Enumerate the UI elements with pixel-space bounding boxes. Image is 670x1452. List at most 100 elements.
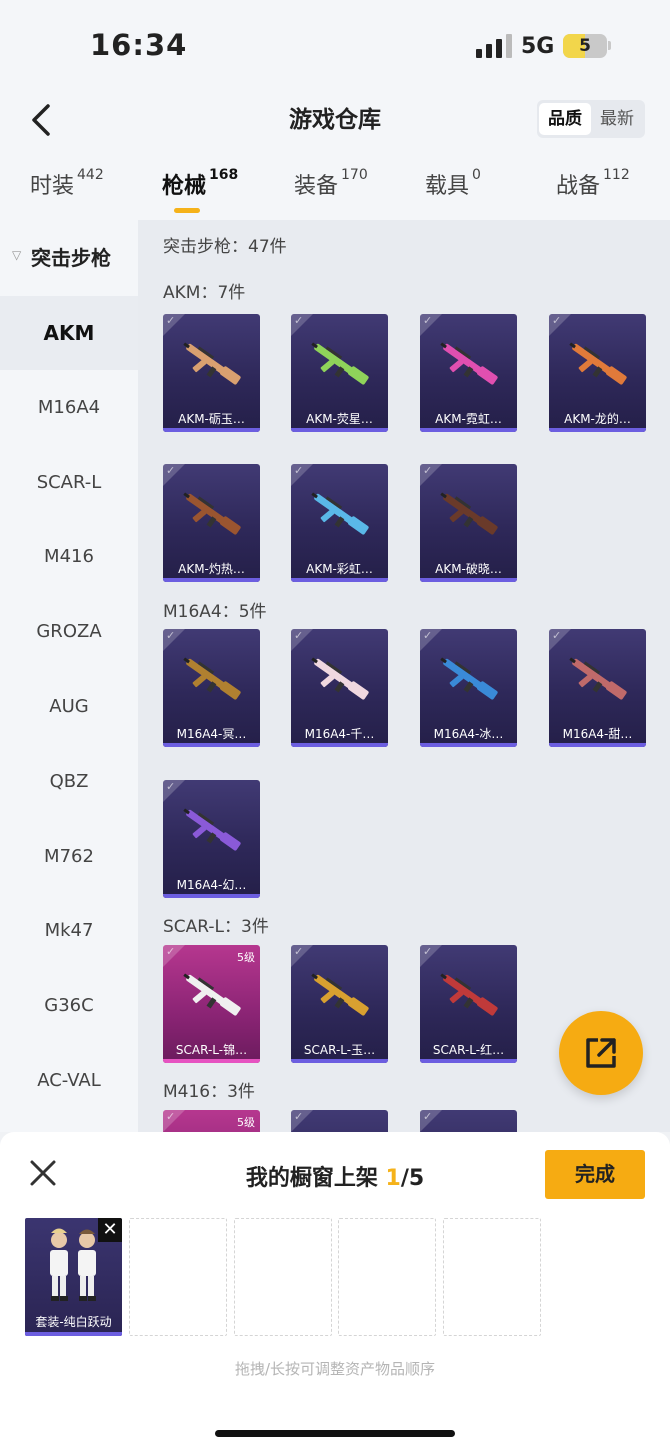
category-tabs: 时装 442 枪械 168 装备 170 载具 0 战备 112 <box>0 150 670 220</box>
sort-latest-button[interactable]: 最新 <box>591 103 643 135</box>
weapon-name: SCAR-L-红… <box>432 1043 505 1057</box>
check-icon: ✓ <box>166 629 176 642</box>
tab-count: 112 <box>603 166 630 183</box>
tab-guns[interactable]: 枪械 168 <box>162 167 238 200</box>
sidebar-item-m416[interactable]: M416 <box>0 520 138 594</box>
showcase-slot-1[interactable]: ✕ 套装-纯白跃动 <box>25 1218 122 1336</box>
battery-level: 5 <box>579 36 591 56</box>
chevron-down-icon: ▽ <box>12 248 22 262</box>
weapon-card[interactable]: ✓ AKM-彩虹… <box>291 464 388 582</box>
sidebar-item-m762[interactable]: M762 <box>0 820 138 894</box>
weapon-name: AKM-龙的… <box>564 412 631 426</box>
remove-item-button[interactable]: ✕ <box>98 1218 122 1242</box>
weapon-card[interactable]: ✓ AKM-砺玉… <box>163 314 260 432</box>
rarity-bar <box>291 428 388 432</box>
sidebar-item-g36c[interactable]: G36C <box>0 969 138 1043</box>
weapon-card[interactable]: ✓ 5级 <box>163 1110 260 1132</box>
rifle-icon <box>311 342 369 385</box>
rifle-icon <box>569 342 627 385</box>
weapon-name: AKM-砺玉… <box>178 412 245 426</box>
sidebar-item-ac-val[interactable]: AC-VAL <box>0 1044 138 1118</box>
item-grid: 突击步枪：47件 AKM：7件 ✓ AKM-砺玉… ✓ AKM-荧星… ✓ AKM-霓虹… ✓… <box>138 220 670 1132</box>
check-icon: ✓ <box>294 945 304 958</box>
weapon-card[interactable]: ✓ M16A4-冥… <box>163 629 260 747</box>
weapon-card[interactable]: ✓ M16A4-冰… <box>420 629 517 747</box>
sidebar-item-scar-l[interactable]: SCAR-L <box>0 446 138 520</box>
showcase-slot-empty[interactable] <box>234 1218 332 1336</box>
tab-label: 时装 <box>30 174 75 199</box>
tab-label: 装备 <box>294 174 339 199</box>
rifle-icon <box>440 973 498 1016</box>
rifle-icon <box>183 808 241 851</box>
rarity-bar <box>420 743 517 747</box>
showcase-slot-empty[interactable] <box>338 1218 436 1336</box>
tab-vehicles[interactable]: 载具 0 <box>425 166 481 200</box>
tab-equipment[interactable]: 装备 170 <box>294 166 368 200</box>
home-indicator[interactable] <box>215 1430 455 1437</box>
rarity-bar <box>420 1059 517 1063</box>
check-icon: ✓ <box>552 629 562 642</box>
sort-quality-button[interactable]: 品质 <box>539 103 591 135</box>
sidebar-item-groza[interactable]: GROZA <box>0 595 138 669</box>
active-tab-indicator <box>174 208 200 213</box>
tab-fashion[interactable]: 时装 442 <box>30 166 104 200</box>
tab-label: 载具 <box>425 174 470 199</box>
level-badge: 5级 <box>237 951 255 964</box>
battery-icon: 5 <box>563 34 607 58</box>
share-button[interactable] <box>559 1011 643 1095</box>
weapon-card[interactable]: ✓ M16A4-幻… <box>163 780 260 898</box>
weapon-card[interactable]: ✓ AKM-龙的… <box>549 314 646 432</box>
weapon-card[interactable]: ✓ M16A4-甜… <box>549 629 646 747</box>
weapon-card[interactable]: ✓ 5级 SCAR-L-锦… <box>163 945 260 1063</box>
check-icon: ✓ <box>423 629 433 642</box>
sidebar-item-m16a4[interactable]: M16A4 <box>0 371 138 445</box>
check-icon: ✓ <box>166 945 176 958</box>
status-time: 16:34 <box>90 28 188 62</box>
rifle-icon <box>183 973 241 1016</box>
tab-count: 0 <box>472 166 481 183</box>
sidebar-item-mk47[interactable]: Mk47 <box>0 894 138 968</box>
tab-label: 枪械 <box>162 174 207 199</box>
sidebar-item-akm[interactable]: AKM <box>0 296 138 370</box>
weapon-name: AKM-彩虹… <box>306 562 373 576</box>
weapon-card[interactable]: ✓ AKM-破晓… <box>420 464 517 582</box>
done-button[interactable]: 完成 <box>545 1150 645 1199</box>
rarity-bar <box>291 1059 388 1063</box>
sort-toggle: 品质 最新 <box>537 100 645 138</box>
weapon-card[interactable]: ✓ <box>420 1110 517 1132</box>
weapon-card[interactable]: ✓ SCAR-L-玉… <box>291 945 388 1063</box>
section-title: M416：3件 <box>163 1082 255 1102</box>
tab-supplies[interactable]: 战备 112 <box>556 166 630 200</box>
slot-item-name: 套装-纯白跃动 <box>35 1315 112 1329</box>
check-icon: ✓ <box>166 464 176 477</box>
tab-count: 442 <box>77 166 104 183</box>
check-icon: ✓ <box>552 314 562 327</box>
share-icon <box>586 1038 616 1068</box>
rarity-bar <box>163 428 260 432</box>
showcase-slot-empty[interactable] <box>129 1218 227 1336</box>
rarity-bar <box>291 743 388 747</box>
weapon-card[interactable]: ✓ SCAR-L-红… <box>420 945 517 1063</box>
weapon-card[interactable]: ✓ M16A4-千… <box>291 629 388 747</box>
section-title: M16A4：5件 <box>163 602 267 622</box>
rarity-bar <box>291 578 388 582</box>
weapon-name: AKM-霓虹… <box>435 412 502 426</box>
weapon-card[interactable]: ✓ AKM-灼热… <box>163 464 260 582</box>
sidebar-item-qbz[interactable]: QBZ <box>0 745 138 819</box>
rifle-icon <box>440 657 498 700</box>
rifle-icon <box>311 973 369 1016</box>
category-summary: 突击步枪：47件 <box>163 237 287 257</box>
showcase-slot-empty[interactable] <box>443 1218 541 1336</box>
rifle-icon <box>311 492 369 535</box>
rarity-bar <box>163 1059 260 1063</box>
weapon-name: SCAR-L-玉… <box>303 1043 376 1057</box>
check-icon: ✓ <box>166 780 176 793</box>
weapon-card[interactable]: ✓ <box>291 1110 388 1132</box>
tab-count: 170 <box>341 166 368 183</box>
rarity-bar <box>549 743 646 747</box>
sidebar-item-aug[interactable]: AUG <box>0 670 138 744</box>
rarity-bar <box>163 894 260 898</box>
weapon-card[interactable]: ✓ AKM-荧星… <box>291 314 388 432</box>
weapon-card[interactable]: ✓ AKM-霓虹… <box>420 314 517 432</box>
showcase-count: 1 <box>385 1166 401 1191</box>
